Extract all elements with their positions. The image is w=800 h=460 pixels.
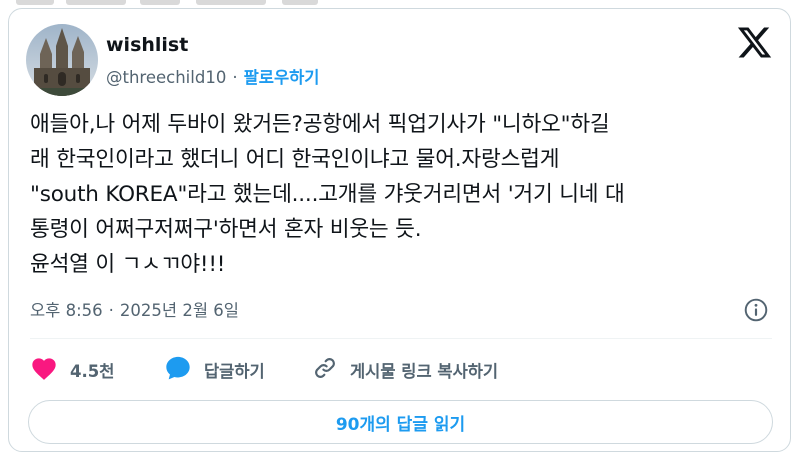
copy-link-label: 게시물 링크 복사하기: [350, 362, 499, 381]
link-icon: [312, 355, 338, 385]
heart-icon: [30, 355, 58, 385]
info-icon[interactable]: [743, 297, 769, 323]
copy-link-button[interactable]: 게시물 링크 복사하기: [312, 355, 498, 385]
handle-row: @threechild10 · 팔로우하기: [106, 64, 319, 88]
tweet-text: 애들아,나 어제 두바이 왔거든?공항에서 픽업기사가 "니하오"하길 래 한국…: [30, 112, 625, 277]
like-count: 4.5천: [70, 362, 115, 381]
read-replies-button[interactable]: 90개의 답글 읽기: [28, 400, 773, 444]
display-name[interactable]: wishlist: [106, 34, 188, 56]
avatar[interactable]: [26, 24, 98, 96]
separator-dot: ·: [108, 301, 114, 320]
separator-dot: ·: [232, 68, 238, 87]
tweet-date: 2025년 2월 6일: [119, 301, 239, 320]
reply-button[interactable]: 답글하기: [164, 355, 265, 385]
speech-bubble-icon: [164, 354, 192, 386]
reply-label: 답글하기: [204, 362, 265, 381]
read-replies-label: 90개의 답글 읽기: [335, 414, 466, 435]
tweet-time: 오후 8:56: [30, 301, 103, 320]
follow-button[interactable]: 팔로우하기: [244, 68, 320, 87]
divider: [30, 338, 772, 339]
user-handle[interactable]: @threechild10: [106, 68, 226, 87]
like-button[interactable]: 4.5천: [30, 355, 114, 385]
clipped-top-content: [0, 0, 800, 8]
x-logo-icon[interactable]: [736, 24, 773, 61]
tweet-timestamp[interactable]: 오후 8:56 · 2025년 2월 6일: [30, 297, 239, 321]
